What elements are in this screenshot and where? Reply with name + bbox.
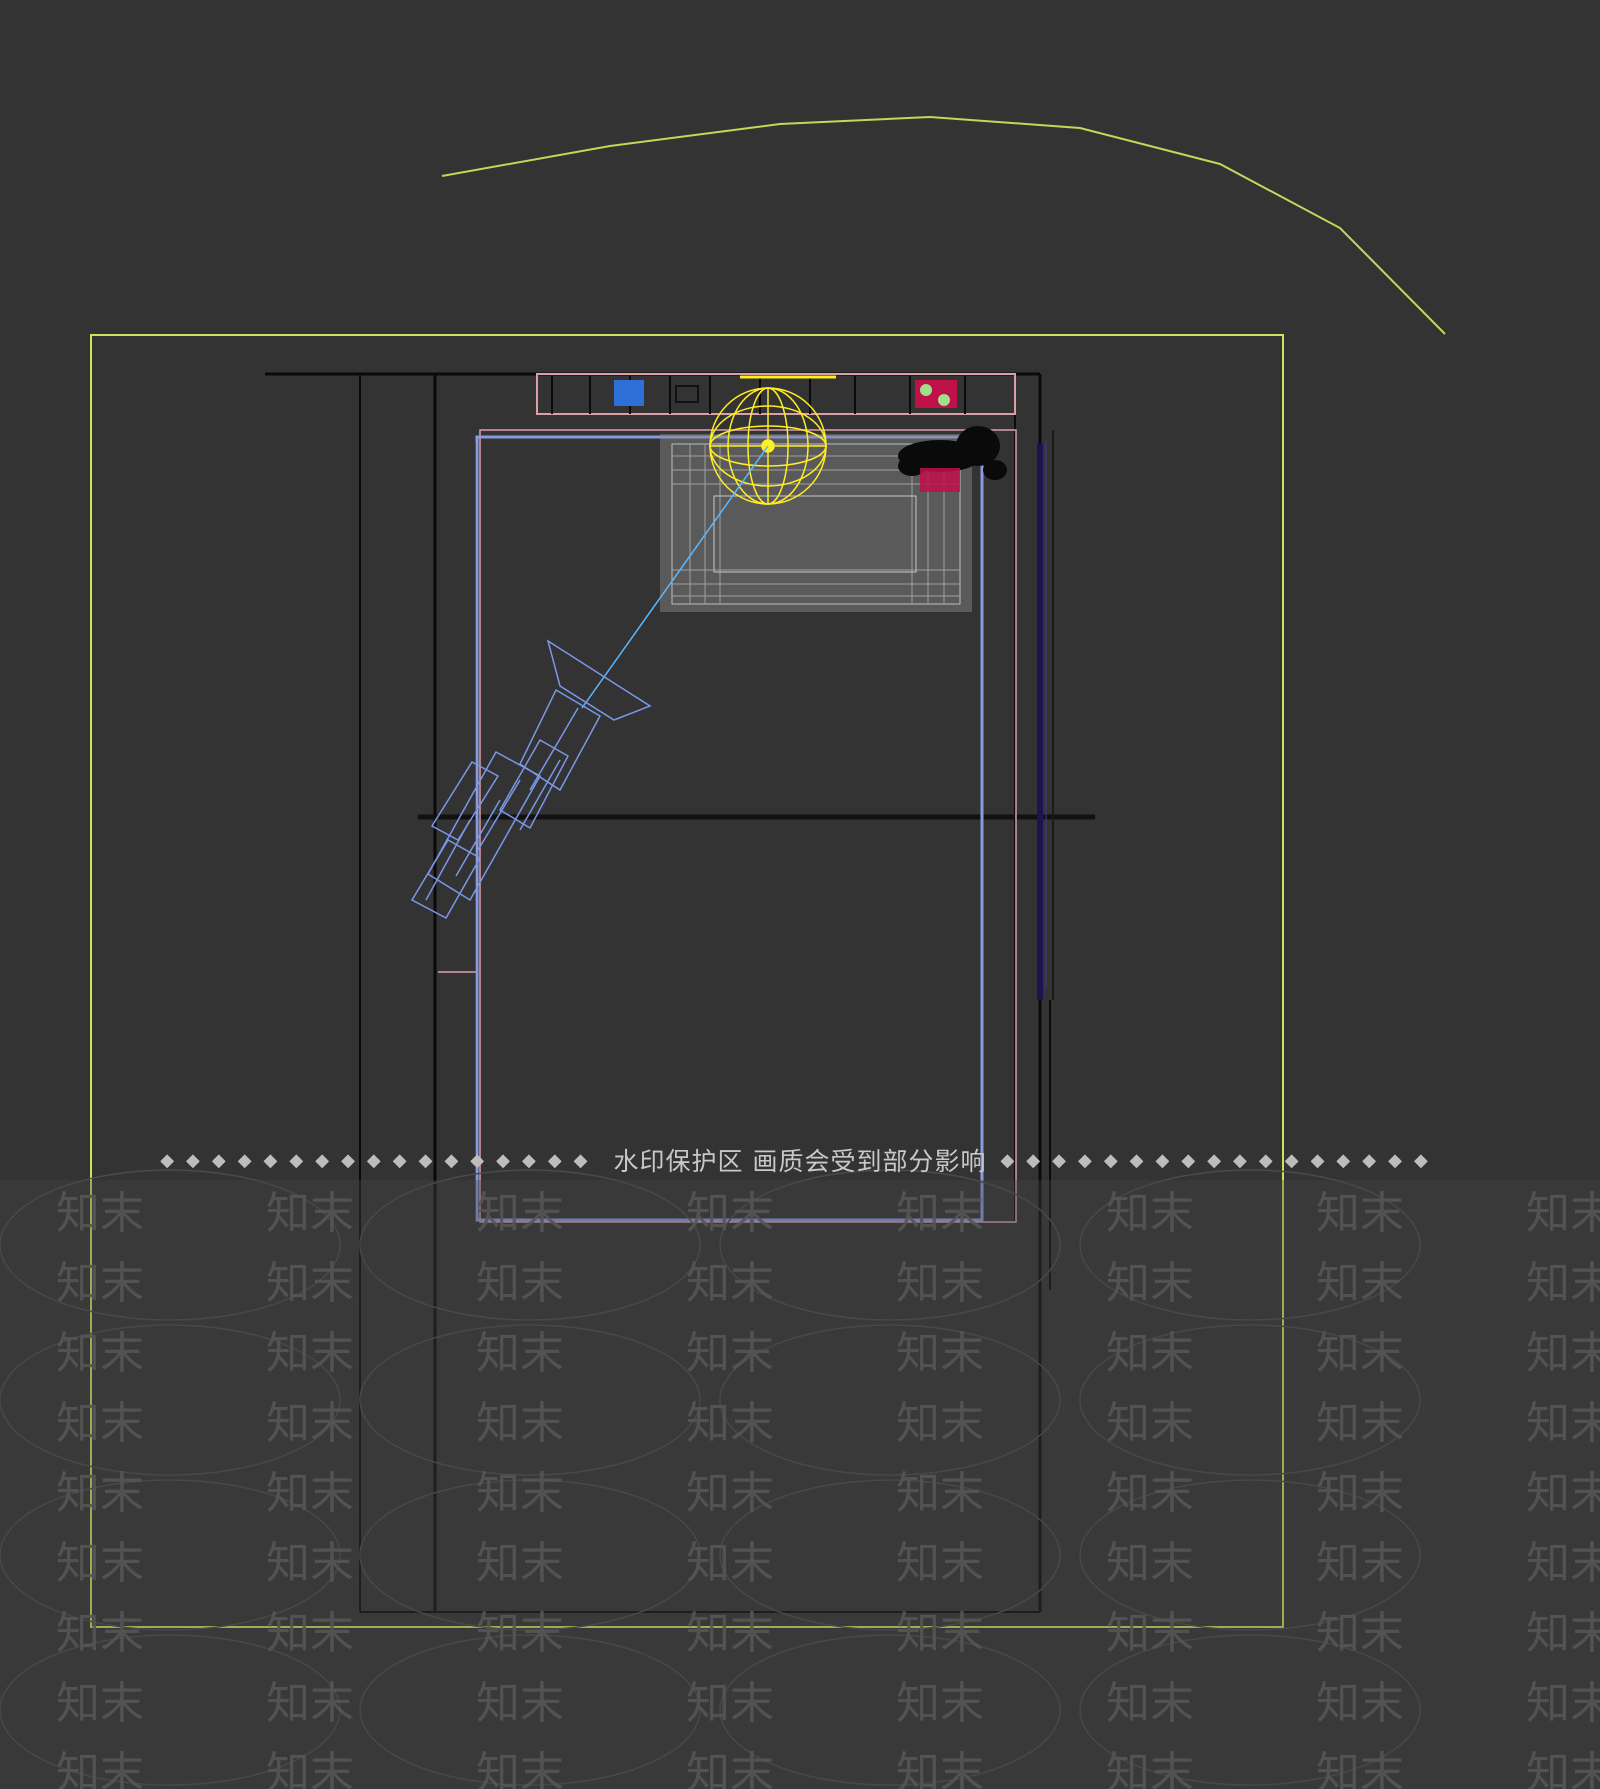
scene-canvas[interactable]: [0, 0, 1600, 1789]
watermark-banner: ◆◆◆◆◆◆◆◆◆◆◆◆◆◆◆◆◆ 水印保护区 画质会受到部分影响 ◆◆◆◆◆◆…: [0, 1140, 1600, 1180]
watermark-dots-left: ◆◆◆◆◆◆◆◆◆◆◆◆◆◆◆◆◆: [160, 1149, 600, 1171]
shelf-blue-object[interactable]: [614, 380, 644, 406]
right-wall-panel[interactable]: [1037, 430, 1054, 1000]
viewport-top[interactable]: 知末 ◆◆◆◆◆◆◆◆◆◆◆◆◆◆◆◆◆ 水印保护区 画质会受到部分影响 ◆◆◆…: [0, 0, 1600, 1789]
shelf-red-object[interactable]: [915, 380, 957, 408]
watermark-pattern: [0, 1169, 1421, 1786]
camera-icon[interactable]: [410, 639, 652, 920]
shelf-small-object[interactable]: [675, 385, 699, 403]
watermark-dots-right: ◆◆◆◆◆◆◆◆◆◆◆◆◆◆◆◆◆: [1000, 1149, 1440, 1171]
watermark-notice: 水印保护区 画质会受到部分影响: [613, 1147, 987, 1176]
spline-path[interactable]: [441, 115, 1446, 335]
